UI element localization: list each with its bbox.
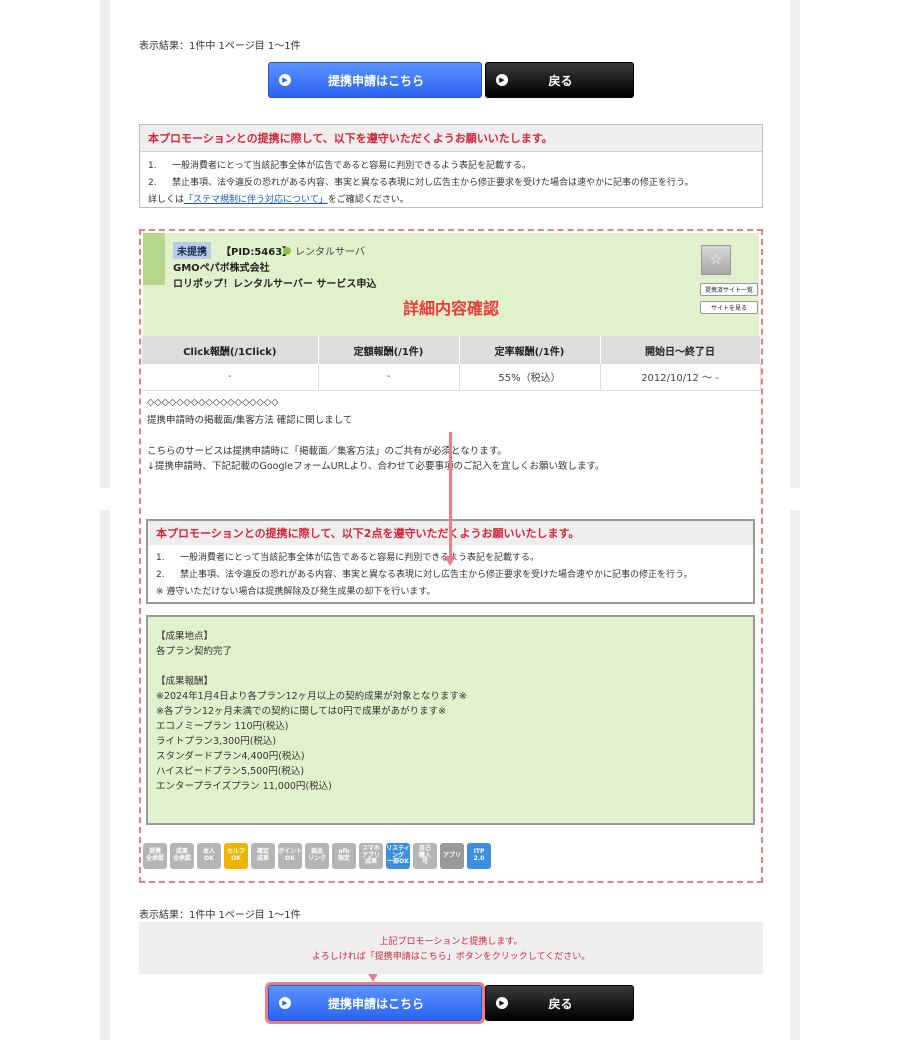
description-line: 提携申請時の掲載面/集客方法 確認に関しまして	[147, 415, 353, 426]
confirm-notice: 上記プロモーションと提携します。 よろしければ「提携申請はこちら」ボタンをクリッ…	[139, 922, 763, 974]
category: レンタルサーバ	[283, 243, 365, 258]
reward-conditions: 【成果地点】 各プラン契約完了 【成果報酬】 ※2024年1月4日より各プラン1…	[146, 615, 755, 825]
feature-badge: リスティ ング 一部OK	[386, 843, 410, 869]
column-header: 開始日〜終了日	[600, 336, 761, 364]
back-button-label: 戻る	[548, 996, 573, 1011]
apply-button-top[interactable]: ▶ 提携申請はこちら	[268, 62, 482, 98]
feature-badge: 商品 リンク	[305, 843, 329, 869]
table-cell: -	[318, 364, 460, 391]
back-button-label: 戻る	[548, 73, 573, 88]
description-line: こちらのサービスは提携申請時に「掲載面／集客方法」のご共有が必須となります。	[147, 446, 507, 457]
view-site-button[interactable]: サイトを見る	[700, 301, 758, 314]
detail-annotation-title: 詳細内容確認	[402, 299, 499, 318]
category-dot-icon	[283, 246, 291, 255]
condition-line: エンタープライズプラン 11,000円(税込)	[156, 781, 332, 792]
description-line: ↓提携申請時、下記記載のGoogleフォームURLより、合わせて必要事項のご記入…	[147, 461, 605, 472]
back-button-top[interactable]: ▶ 戻る	[485, 62, 634, 98]
promotion-id: 【PID:5463】	[221, 247, 293, 258]
compliance-notice: 本プロモーションとの提携に際して、以下を遵守いただくようお願いいたします。 1.…	[139, 124, 763, 208]
confirm-line: よろしければ「提携申請はこちら」ボタンをクリックしてください。	[311, 952, 591, 962]
reward-table: Click報酬(/1Click) 定額報酬(/1件) 定率報酬(/1件) 開始日…	[142, 336, 761, 391]
confirm-line: 上記プロモーションと提携します。	[379, 937, 523, 947]
feature-badge: 成果 全承認	[170, 843, 194, 869]
table-cell: 55%（税込）	[459, 364, 601, 391]
arrow-right-icon: ▶	[496, 997, 508, 1009]
feature-badge: ITP 2.0	[467, 843, 491, 869]
condition-line: 【成果地点】	[156, 631, 214, 642]
notice-note: ※ 遵守いただけない場合は提携解除及び発生成果の却下を行います。	[156, 587, 436, 597]
condition-line: ハイスピードプラン5,500円(税込)	[156, 766, 305, 777]
description-separator: ◇◇◇◇◇◇◇◇◇◇◇◇◇◇◇◇◇◇	[147, 397, 279, 408]
notice-title: 本プロモーションとの提携に際して、以下を遵守いただくようお願いいたします。	[140, 125, 762, 152]
stealth-marketing-link[interactable]: 「ステマ規制に伴う対応について」	[184, 195, 328, 205]
table-cell: -	[142, 364, 319, 391]
apply-button-label: 提携申請はこちら	[327, 73, 424, 88]
affiliated-sites-button[interactable]: 提携済サイト一覧	[700, 283, 758, 296]
table-header-row: Click報酬(/1Click) 定額報酬(/1件) 定率報酬(/1件) 開始日…	[142, 336, 761, 364]
condition-line: ※2024年1月4日より各プラン12ヶ月以上の契約成果が対象となります※	[156, 691, 467, 702]
advertiser-name: GMOペパボ株式会社	[173, 263, 270, 274]
feature-badge: 提携 全承認	[143, 843, 167, 869]
star-icon[interactable]: ☆	[701, 245, 731, 275]
promotion-name: ロリポップ！レンタルサーバー サービス申込	[173, 279, 377, 290]
column-header: 定率報酬(/1件)	[459, 336, 601, 364]
column-header: 定額報酬(/1件)	[318, 336, 460, 364]
apply-button-label: 提携申請はこちら	[327, 996, 424, 1011]
feature-badge: 自己 購入 可	[413, 843, 437, 869]
notice-item: 2. 禁止事項、法令違反の恐れがある内容、事実と異なる表現に対し広告主から修正要求…	[156, 570, 693, 580]
condition-line: 各プラン契約完了	[156, 646, 233, 657]
apply-button-bottom[interactable]: ▶ 提携申請はこちら	[265, 982, 485, 1024]
column-header: Click報酬(/1Click)	[142, 336, 319, 364]
feature-badge: セルフ OK	[224, 843, 248, 869]
table-cell: 2012/10/12 〜 -	[600, 364, 761, 391]
arrow-right-icon: ▶	[279, 74, 291, 86]
annotation-arrow-line	[449, 432, 452, 558]
condition-line: 【成果報酬】	[156, 676, 214, 687]
condition-line: ライトプラン3,300円(税込)	[156, 736, 277, 747]
feature-badge: 確定 成果	[251, 843, 275, 869]
back-button-bottom[interactable]: ▶ 戻る	[485, 985, 634, 1021]
feature-badge: 本人 OK	[197, 843, 221, 869]
status-bar	[143, 233, 165, 285]
annotation-arrow-head	[444, 556, 456, 566]
condition-line: エコノミープラン 110円(税込)	[156, 721, 289, 732]
result-summary-bottom: 表示結果：1件中 1ページ目 1〜1件	[139, 910, 301, 921]
condition-line	[156, 659, 745, 674]
feature-badge: afb 限定	[332, 843, 356, 869]
status-badge: 未提携	[173, 242, 211, 259]
table-row: - - 55%（税込） 2012/10/12 〜 -	[142, 364, 761, 391]
feature-badge: スマホ アプリ 成果	[359, 843, 383, 869]
result-summary-top: 表示結果：1件中 1ページ目 1〜1件	[139, 41, 301, 52]
condition-line: スタンダードプラン4,400円(税込)	[156, 751, 305, 762]
arrow-right-icon: ▶	[279, 997, 291, 1009]
feature-badge: ポイント OK	[278, 843, 302, 869]
notice-item: 1. 一般消費者にとって当該記事全体が広告であると容易に判別できるよう表記を記載す…	[148, 161, 532, 171]
notice-detail: 詳しくは「ステマ規制に伴う対応について」をご確認ください。	[148, 195, 409, 205]
arrow-right-icon: ▶	[496, 74, 508, 86]
promotion-header: 未提携 【PID:5463】 レンタルサーバ GMOペパボ株式会社 ロリポップ！…	[143, 233, 759, 351]
feature-badge: アプリ	[440, 843, 464, 869]
notice-item: 2. 禁止事項、法令違反の恐れがある内容、事実と異なる表現に対し広告主から修正要求…	[148, 178, 694, 188]
feature-badges: 提携 全承認 成果 全承認 本人 OK セルフ OK 確定 成果 ポイント OK 商品 リン…	[143, 843, 491, 869]
condition-line: ※各プラン12ヶ月未満での契約に関しては0円で成果があがります※	[156, 706, 447, 717]
